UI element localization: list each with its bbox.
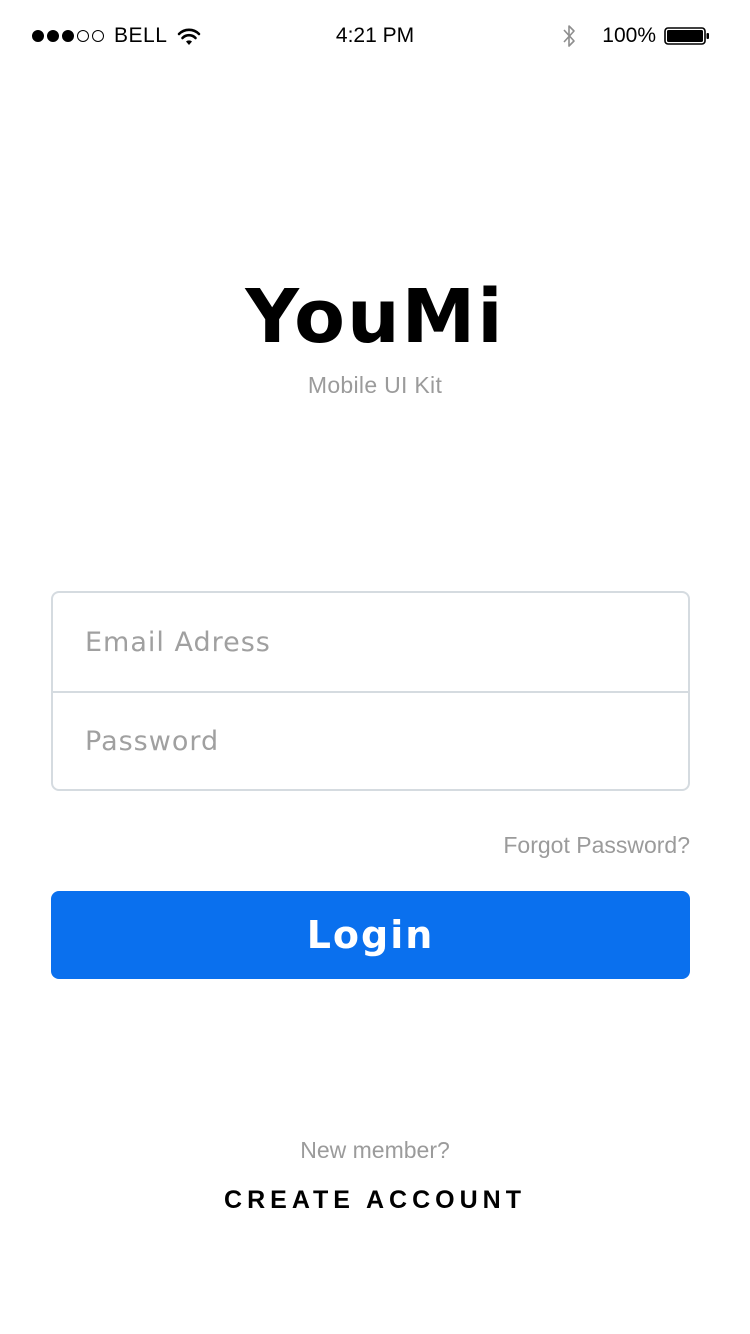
forgot-password-link[interactable]: Forgot Password? [503, 830, 690, 860]
login-button[interactable]: Login [51, 891, 690, 979]
battery-icon [664, 27, 709, 45]
status-bar-right: 100% [562, 22, 710, 50]
new-member-prompt: New member? [300, 1137, 450, 1163]
email-field[interactable] [53, 593, 688, 691]
bluetooth-icon [563, 25, 576, 47]
battery-percentage: 100% [602, 24, 656, 47]
login-form [51, 591, 690, 791]
status-bar: BELL 4:21 PM 100% [0, 0, 750, 72]
password-field[interactable] [53, 692, 688, 790]
create-account-link[interactable]: CREATE ACCOUNT [0, 1183, 750, 1217]
app-subtitle: Mobile UI Kit [307, 372, 443, 398]
app-title: YouMi [245, 274, 505, 360]
